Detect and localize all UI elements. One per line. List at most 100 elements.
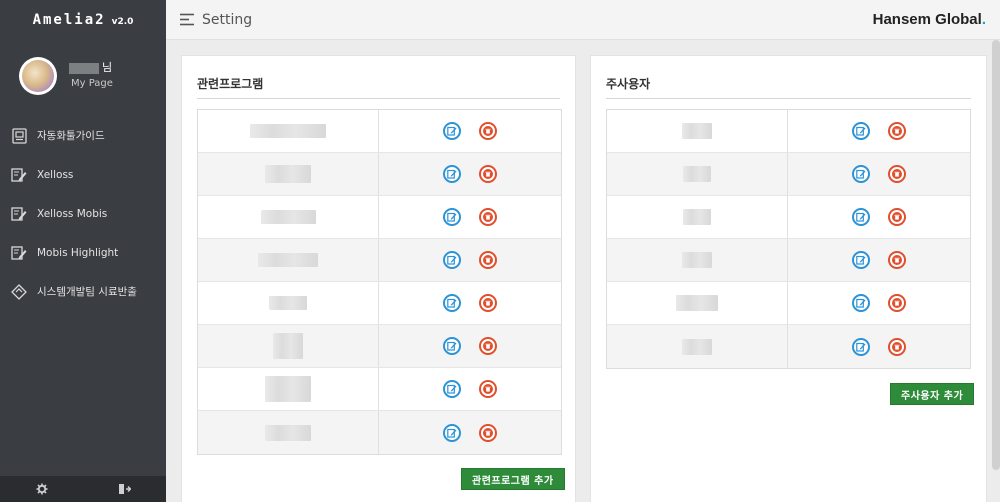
table-row bbox=[198, 411, 561, 454]
delete-button[interactable] bbox=[888, 208, 906, 226]
settings-button[interactable] bbox=[0, 476, 83, 502]
trash-icon bbox=[483, 255, 493, 265]
trash-icon bbox=[483, 341, 493, 351]
table-row bbox=[198, 196, 561, 239]
edit-button[interactable] bbox=[443, 251, 461, 269]
app-name: Amelia2 bbox=[32, 12, 106, 28]
edit-button[interactable] bbox=[443, 208, 461, 226]
table-row bbox=[198, 153, 561, 196]
table-row bbox=[607, 196, 970, 239]
edit-icon bbox=[447, 212, 457, 222]
edit-doc-icon bbox=[11, 245, 27, 261]
edit-button[interactable] bbox=[443, 294, 461, 312]
edit-icon bbox=[447, 341, 457, 351]
trash-icon bbox=[483, 298, 493, 308]
logout-button[interactable] bbox=[83, 476, 166, 502]
redacted-program-name bbox=[265, 376, 311, 402]
trash-icon bbox=[483, 384, 493, 394]
edit-icon bbox=[856, 342, 866, 352]
edit-icon bbox=[856, 126, 866, 136]
edit-button[interactable] bbox=[852, 294, 870, 312]
sidebar-item-sample-export[interactable]: 시스템개발팀 시료반출 bbox=[0, 272, 166, 311]
sidebar-item-xelloss[interactable]: Xelloss bbox=[0, 155, 166, 194]
sidebar-item-label: Mobis Highlight bbox=[37, 246, 119, 259]
delete-button[interactable] bbox=[479, 294, 497, 312]
edit-button[interactable] bbox=[852, 251, 870, 269]
delete-button[interactable] bbox=[888, 337, 906, 356]
add-related-program-button[interactable]: 관련프로그램 추가 bbox=[461, 468, 565, 490]
table-row bbox=[198, 368, 561, 411]
trash-icon bbox=[483, 126, 493, 136]
edit-icon bbox=[447, 298, 457, 308]
edit-icon bbox=[447, 384, 457, 394]
logout-icon bbox=[118, 480, 132, 499]
edit-button[interactable] bbox=[852, 122, 870, 140]
sidebar-item-label: Xelloss Mobis bbox=[37, 207, 108, 220]
panel-title: 관련프로그램 bbox=[197, 77, 264, 91]
table-row bbox=[198, 110, 561, 153]
page-scrollbar[interactable] bbox=[992, 40, 1000, 470]
sidebar-item-label: Xelloss bbox=[37, 168, 74, 181]
related-programs-table bbox=[197, 109, 562, 455]
edit-button[interactable] bbox=[852, 208, 870, 226]
delete-button[interactable] bbox=[479, 380, 497, 398]
redacted-user-name bbox=[683, 209, 711, 225]
panel-title: 주사용자 bbox=[606, 77, 651, 91]
delete-button[interactable] bbox=[888, 251, 906, 269]
trash-icon bbox=[892, 255, 902, 265]
profile[interactable]: 님 My Page bbox=[0, 40, 166, 112]
app-version: v2.0 bbox=[111, 16, 134, 27]
guide-icon bbox=[11, 127, 27, 144]
redacted-program-name bbox=[258, 253, 318, 267]
table-row bbox=[607, 153, 970, 196]
sidebar-item-xelloss-mobis[interactable]: Xelloss Mobis bbox=[0, 194, 166, 233]
delete-button[interactable] bbox=[888, 294, 906, 312]
avatar[interactable] bbox=[19, 57, 57, 95]
edit-icon bbox=[856, 255, 866, 265]
divider bbox=[606, 98, 971, 99]
redacted-program-name bbox=[269, 296, 307, 310]
edit-button[interactable] bbox=[443, 423, 461, 442]
redacted-user-name bbox=[682, 252, 712, 268]
redacted-program-name bbox=[273, 333, 303, 359]
redacted-user-name bbox=[682, 338, 712, 355]
add-manager-button[interactable]: 주사용자 추가 bbox=[890, 383, 975, 405]
trash-icon bbox=[892, 341, 902, 352]
trash-icon bbox=[483, 169, 493, 179]
delete-button[interactable] bbox=[479, 208, 497, 226]
edit-icon bbox=[447, 169, 457, 179]
table-row bbox=[198, 282, 561, 325]
delete-button[interactable] bbox=[479, 165, 497, 183]
edit-button[interactable] bbox=[443, 380, 461, 398]
menu-icon[interactable] bbox=[180, 13, 196, 27]
diamond-arrows-icon bbox=[11, 283, 27, 300]
delete-button[interactable] bbox=[888, 165, 906, 183]
edit-button[interactable] bbox=[852, 337, 870, 356]
edit-button[interactable] bbox=[852, 165, 870, 183]
table-row bbox=[198, 239, 561, 282]
mypage-link[interactable]: My Page bbox=[69, 76, 113, 92]
delete-button[interactable] bbox=[479, 122, 497, 140]
delete-button[interactable] bbox=[888, 122, 906, 140]
delete-button[interactable] bbox=[479, 251, 497, 269]
top-header: Setting Hansem Global. bbox=[166, 0, 1000, 40]
sidebar-item-guide[interactable]: 자동화툴가이드 bbox=[0, 116, 166, 155]
edit-button[interactable] bbox=[443, 122, 461, 140]
delete-button[interactable] bbox=[479, 337, 497, 355]
edit-icon bbox=[856, 169, 866, 179]
redacted-program-name bbox=[260, 210, 316, 224]
edit-button[interactable] bbox=[443, 165, 461, 183]
redacted-user-name bbox=[682, 123, 712, 139]
delete-button[interactable] bbox=[479, 423, 497, 442]
sidebar-item-label: 시스템개발팀 시료반출 bbox=[37, 286, 137, 298]
managers-table bbox=[606, 109, 971, 369]
redacted-user-name bbox=[683, 166, 711, 182]
edit-button[interactable] bbox=[443, 337, 461, 355]
edit-icon bbox=[447, 255, 457, 265]
sidebar-item-label: 자동화툴가이드 bbox=[37, 130, 105, 142]
user-name-redacted bbox=[69, 62, 99, 74]
trash-icon bbox=[892, 169, 902, 179]
sidebar-item-mobis-highlight[interactable]: Mobis Highlight bbox=[0, 233, 166, 272]
trash-icon bbox=[483, 212, 493, 222]
edit-doc-icon bbox=[11, 167, 27, 183]
